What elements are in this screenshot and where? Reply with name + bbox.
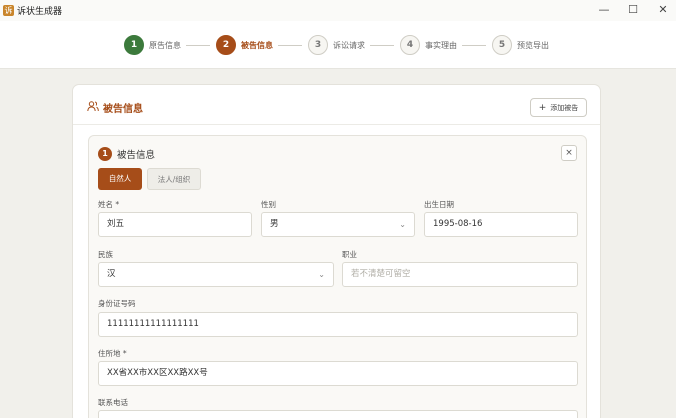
defendant-title: 被告信息 xyxy=(117,150,156,161)
defendants-card: 被告信息 + 添加被告 1 被告信息 × 自然人 法人/组织 姓名 * 刘五 性… xyxy=(72,84,601,418)
gender-select[interactable]: 男 ⌄ xyxy=(261,212,415,237)
users-icon xyxy=(87,101,99,112)
card-header: 被告信息 + 添加被告 xyxy=(73,85,600,125)
step-2[interactable]: 2 被告信息 xyxy=(216,35,273,55)
step-1[interactable]: 1 原告信息 xyxy=(124,35,181,55)
chevron-down-icon: ⌄ xyxy=(399,220,406,229)
step-label: 原告信息 xyxy=(149,40,181,50)
step-3[interactable]: 3 诉讼请求 xyxy=(308,35,365,55)
minimize-button[interactable]: — xyxy=(597,3,611,17)
step-4[interactable]: 4 事实理由 xyxy=(400,35,457,55)
occupation-label: 职业 xyxy=(342,250,357,259)
step-number: 2 xyxy=(216,35,236,55)
close-window-button[interactable]: ✕ xyxy=(656,3,670,17)
gender-label: 性别 xyxy=(261,200,276,209)
step-number: 5 xyxy=(492,35,512,55)
ethnicity-label: 民族 xyxy=(98,250,113,259)
step-connector xyxy=(186,45,210,46)
address-input[interactable]: XX省XX市XX区XX路XX号 xyxy=(98,361,578,386)
step-label: 被告信息 xyxy=(241,40,273,50)
app-title: 诉状生成器 xyxy=(17,7,63,17)
step-progress-bar: 1 原告信息 2 被告信息 3 诉讼请求 4 事实理由 5 预览导出 xyxy=(0,21,676,69)
name-input[interactable]: 刘五 xyxy=(98,212,252,237)
defendant-number-badge: 1 xyxy=(98,147,112,161)
step-connector xyxy=(278,45,302,46)
step-number: 3 xyxy=(308,35,328,55)
step-label: 事实理由 xyxy=(425,40,457,50)
birth-date-input[interactable]: 1995-08-16 xyxy=(424,212,578,237)
type-legal-entity-tab[interactable]: 法人/组织 xyxy=(147,168,201,190)
app-logo-icon: 诉 xyxy=(3,5,14,16)
step-label: 预览导出 xyxy=(517,40,549,50)
step-number: 1 xyxy=(124,35,144,55)
birth-date-label: 出生日期 xyxy=(424,200,454,209)
phone-input[interactable] xyxy=(98,410,578,418)
maximize-button[interactable]: ☐ xyxy=(626,3,640,17)
ethnicity-value: 汉 xyxy=(107,269,116,279)
step-connector xyxy=(370,45,394,46)
chevron-down-icon: ⌄ xyxy=(318,270,325,279)
name-label: 姓名 * xyxy=(98,200,120,209)
id-number-label: 身份证号码 xyxy=(98,299,136,308)
remove-defendant-button[interactable]: × xyxy=(561,145,577,161)
add-defendant-label: 添加被告 xyxy=(550,103,579,112)
step-connector xyxy=(462,45,486,46)
phone-label: 联系电话 xyxy=(98,398,128,407)
gender-value: 男 xyxy=(270,219,279,229)
defendant-item: 1 被告信息 × 自然人 法人/组织 姓名 * 刘五 性别 男 ⌄ 出生日期 1… xyxy=(88,135,587,418)
id-number-input[interactable]: 11111111111111111 xyxy=(98,312,578,337)
step-label: 诉讼请求 xyxy=(333,40,365,50)
title-bar: 诉 诉状生成器 — ☐ ✕ xyxy=(0,0,676,21)
step-5[interactable]: 5 预览导出 xyxy=(492,35,549,55)
occupation-input[interactable]: 若不清楚可留空 xyxy=(342,262,578,287)
card-title: 被告信息 xyxy=(103,104,143,115)
plus-icon: + xyxy=(538,102,547,113)
step-number: 4 xyxy=(400,35,420,55)
type-natural-person-tab[interactable]: 自然人 xyxy=(98,168,142,190)
address-label: 住所地 * xyxy=(98,349,127,358)
ethnicity-select[interactable]: 汉 ⌄ xyxy=(98,262,334,287)
add-defendant-button[interactable]: + 添加被告 xyxy=(530,98,587,117)
